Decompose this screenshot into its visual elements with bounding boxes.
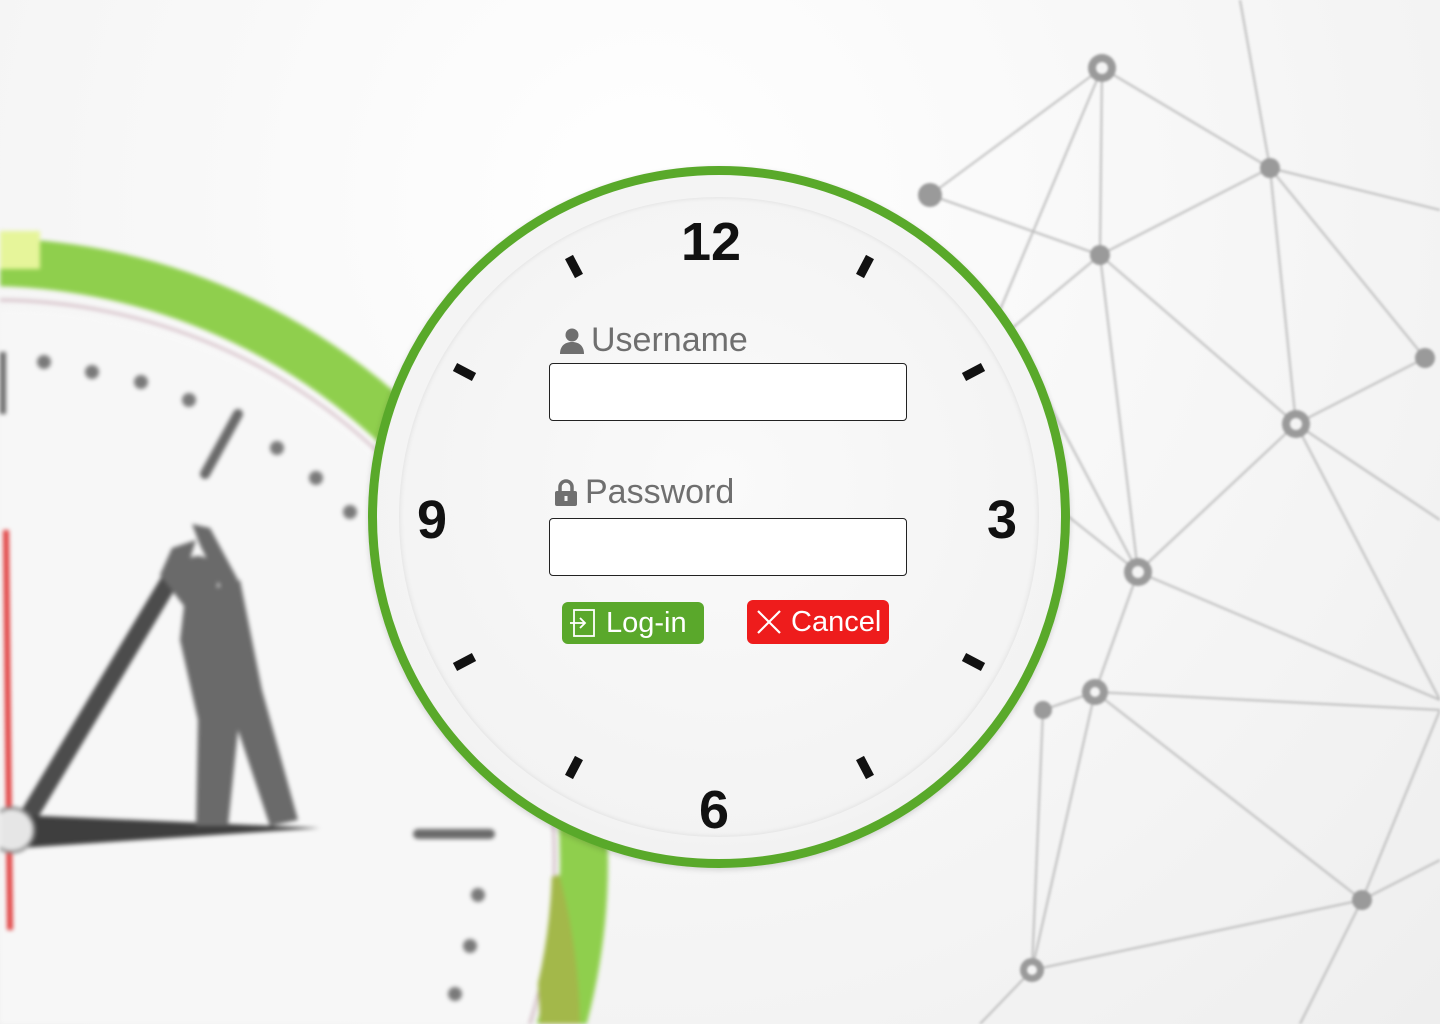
close-icon bbox=[757, 610, 781, 634]
cancel-button-label: Cancel bbox=[791, 605, 882, 638]
cancel-button[interactable]: Cancel bbox=[747, 600, 889, 644]
login-clock-panel: 12 3 6 9 Username Password Log-in Cancel bbox=[368, 166, 1070, 868]
login-button-label: Log-in bbox=[606, 606, 687, 639]
password-label-group: Password bbox=[553, 473, 734, 512]
password-label: Password bbox=[585, 473, 735, 511]
username-label-group: Username bbox=[559, 321, 748, 360]
user-icon bbox=[560, 328, 584, 354]
clock-hour-ticks bbox=[452, 254, 986, 780]
login-icon bbox=[570, 609, 595, 637]
clock-numeral-12: 12 bbox=[681, 212, 742, 272]
password-input[interactable] bbox=[549, 518, 907, 576]
clock-numeral-6: 6 bbox=[699, 780, 730, 840]
login-screen: 12 3 6 9 Username Password Log-in Cancel bbox=[0, 0, 1440, 1024]
clock-numeral-3: 3 bbox=[987, 490, 1018, 550]
clock-numeral-9: 9 bbox=[417, 490, 448, 550]
username-label: Username bbox=[591, 321, 748, 359]
username-input[interactable] bbox=[549, 363, 907, 421]
login-button[interactable]: Log-in bbox=[562, 602, 704, 644]
lock-icon bbox=[555, 478, 577, 506]
